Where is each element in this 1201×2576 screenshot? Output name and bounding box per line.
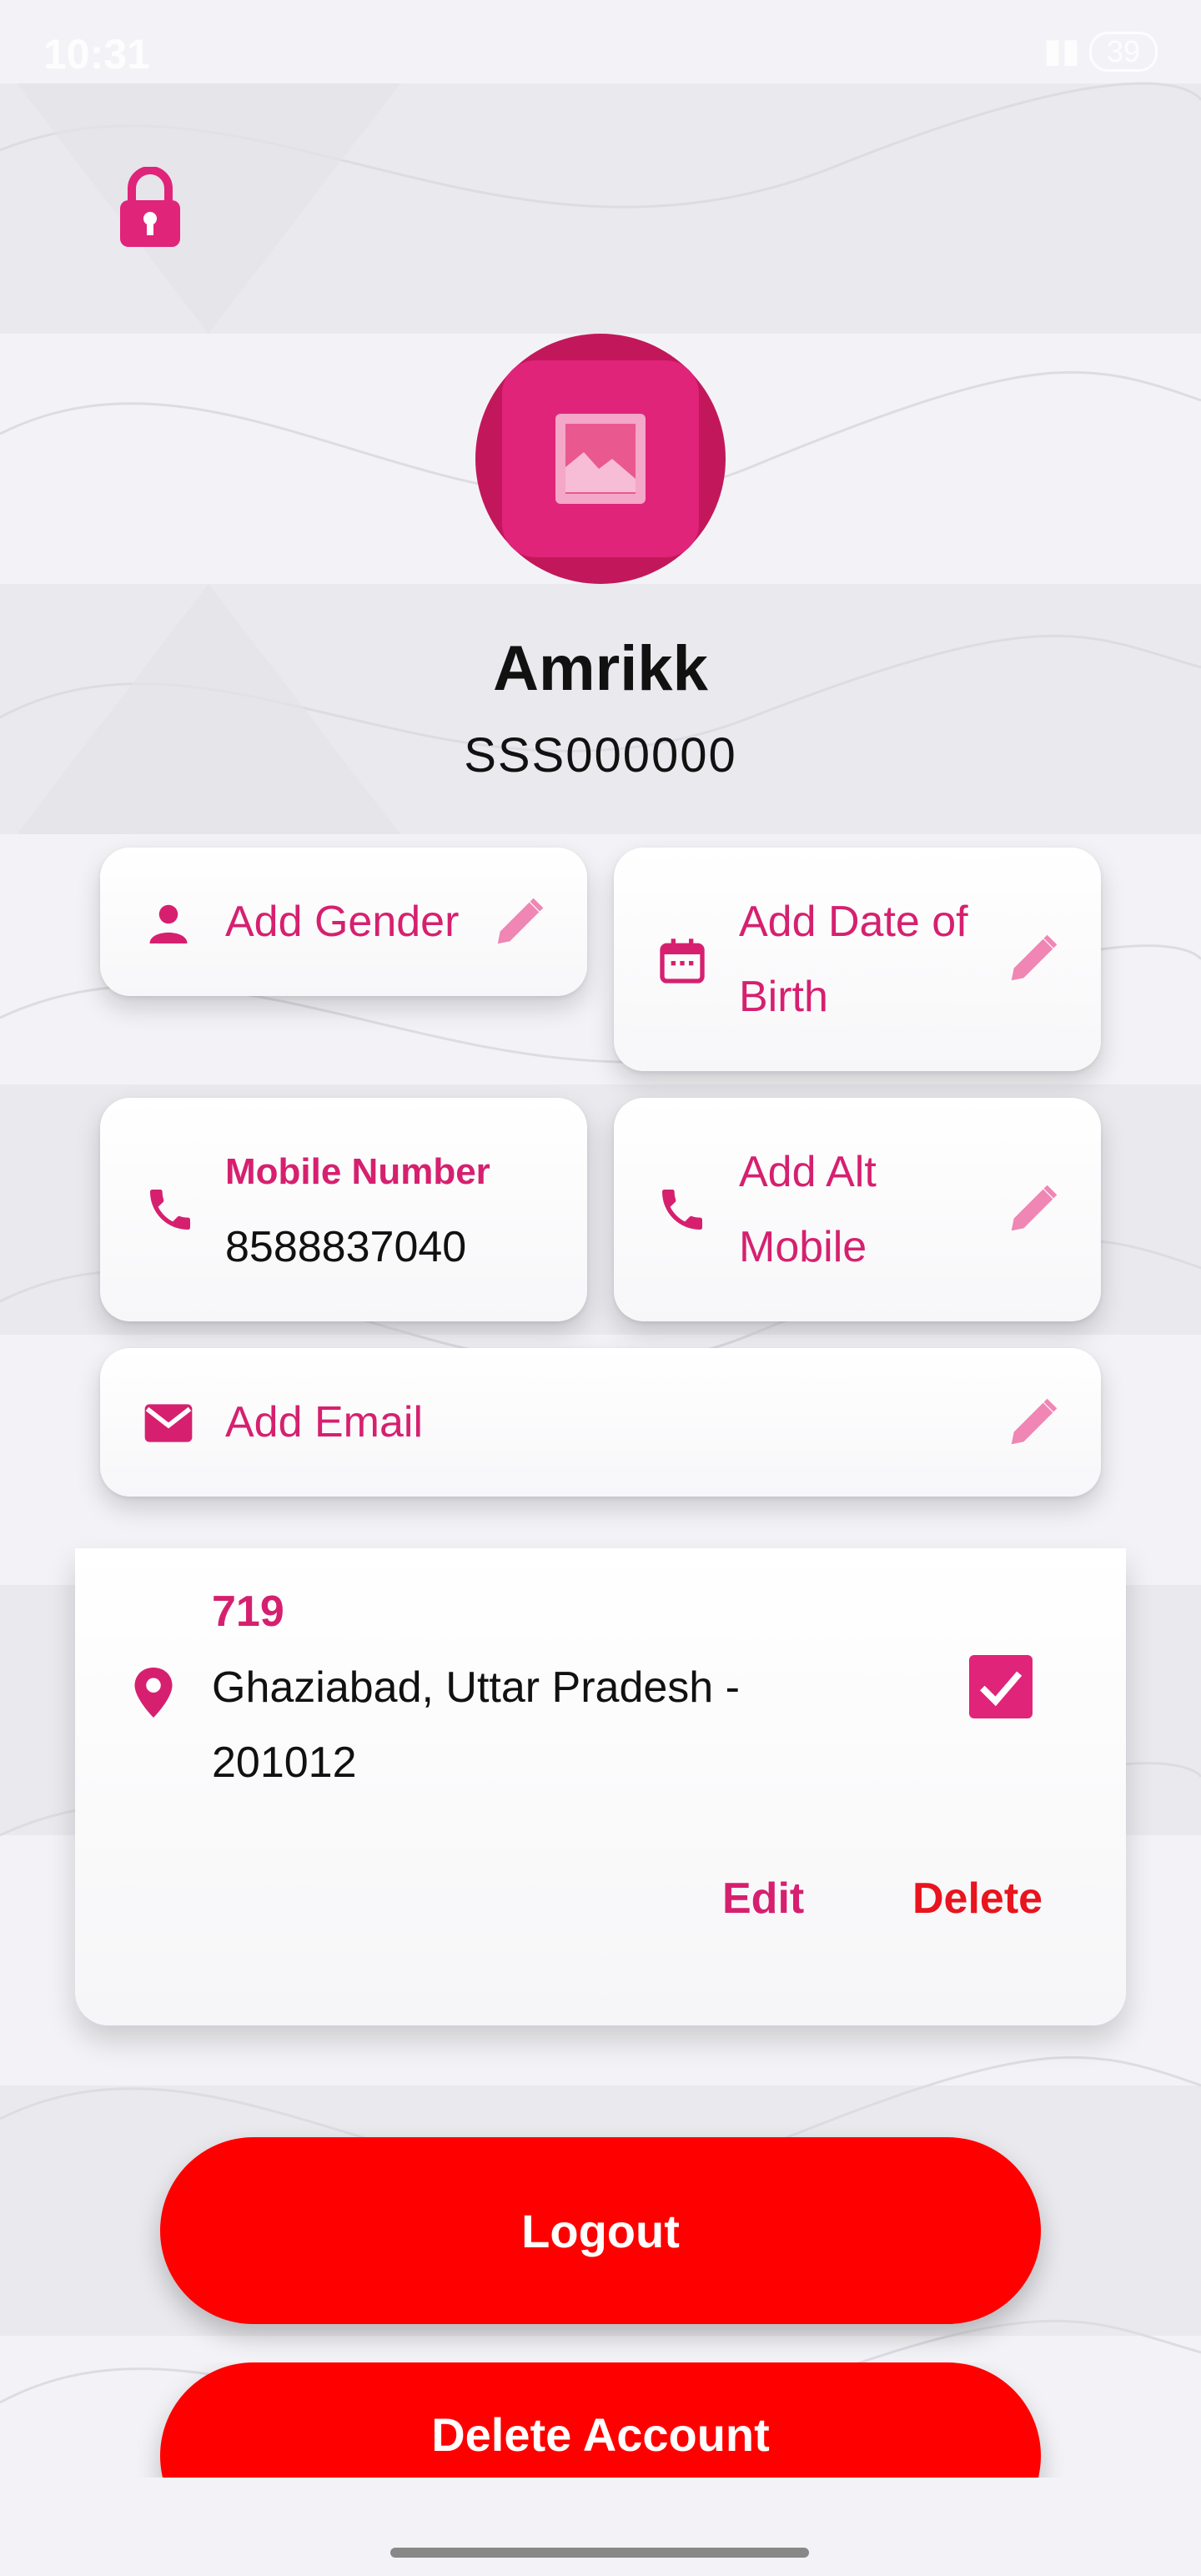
email-label: Add Email (225, 1398, 423, 1446)
alt-mobile-label: Add Alt Mobile (739, 1148, 877, 1271)
person-icon (149, 904, 188, 943)
profile-avatar[interactable] (475, 334, 726, 584)
phone-icon (662, 1190, 702, 1230)
address-title: 719 (212, 1587, 284, 1636)
alt-mobile-card[interactable]: Add Alt Mobile (614, 1098, 1101, 1321)
mail-icon (144, 1404, 193, 1442)
address-delete-button[interactable]: Delete (912, 1874, 1043, 1924)
battery-icon: 39 (1088, 32, 1158, 72)
profile-name: Amrikk (493, 633, 708, 704)
dob-label: Add Date of Birth (739, 898, 968, 1021)
edit-pencil-icon[interactable] (1004, 1180, 1063, 1238)
home-indicator (390, 2548, 809, 2558)
delete-account-button[interactable]: Delete Account (160, 2362, 1041, 2478)
status-time: 10:31 (43, 31, 150, 78)
profile-code: SSS000000 (464, 728, 737, 782)
address-line: Ghaziabad, Uttar Pradesh - 201012 (212, 1663, 740, 1787)
status-icons: ▮▮ 39 (1043, 32, 1158, 72)
phone-icon (150, 1190, 190, 1230)
email-card[interactable]: Add Email (100, 1348, 1101, 1497)
mobile-number-label: Mobile Number (225, 1151, 490, 1192)
logout-button[interactable]: Logout (160, 2137, 1041, 2324)
location-pin-icon (134, 1668, 173, 1718)
edit-pencil-icon[interactable] (1004, 1393, 1063, 1452)
mobile-number-value: 8588837040 (225, 1223, 467, 1271)
calendar-icon (660, 938, 705, 984)
status-bar: 10:31 ▮▮ 39 (0, 0, 1201, 100)
image-icon (555, 414, 646, 504)
avatar-image-placeholder (502, 360, 699, 557)
lock-button[interactable] (117, 166, 183, 250)
mobile-card[interactable]: Mobile Number 8588837040 (100, 1098, 587, 1321)
address-select-checkbox[interactable] (969, 1655, 1033, 1718)
address-edit-button[interactable]: Edit (722, 1874, 804, 1924)
lock-icon (120, 166, 180, 247)
checkmark-icon (980, 1671, 1023, 1707)
battery-level: 39 (1106, 34, 1140, 68)
gender-label: Add Gender (225, 898, 460, 946)
edit-pencil-icon[interactable] (490, 893, 549, 951)
delete-account-clip: Delete Account (0, 2362, 1201, 2478)
address-card: 719 Ghaziabad, Uttar Pradesh - 201012 Ed… (75, 1548, 1126, 2025)
signal-icon: ▮▮ (1043, 33, 1080, 69)
edit-pencil-icon[interactable] (1004, 929, 1063, 988)
gender-card[interactable]: Add Gender (100, 848, 587, 996)
dob-card[interactable]: Add Date of Birth (614, 848, 1101, 1071)
